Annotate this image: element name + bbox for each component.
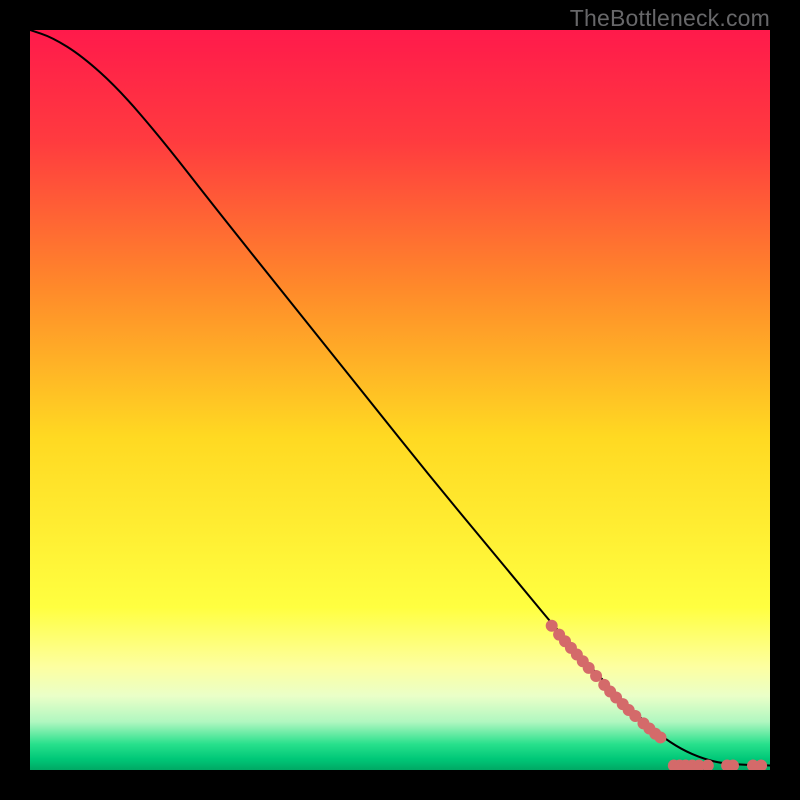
chart-svg (30, 30, 770, 770)
data-point (654, 731, 666, 743)
data-point (590, 670, 602, 682)
watermark-text: TheBottleneck.com (570, 5, 770, 32)
chart-background (30, 30, 770, 770)
chart-plot-area (30, 30, 770, 770)
chart-frame: TheBottleneck.com (0, 0, 800, 800)
